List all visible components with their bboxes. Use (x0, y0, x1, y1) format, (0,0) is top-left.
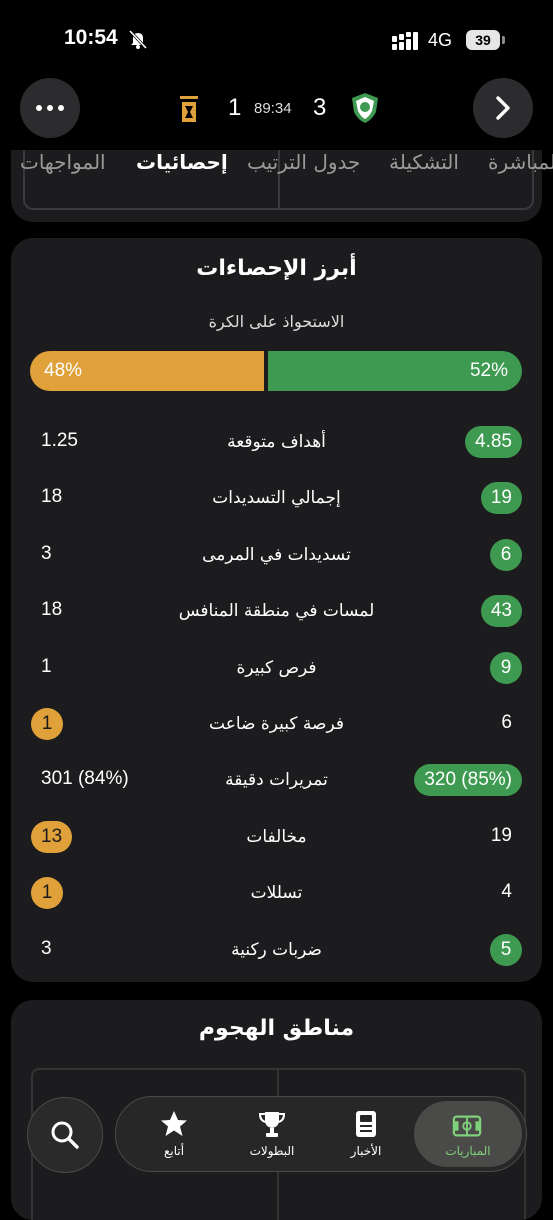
possession-away-value: 48% (44, 360, 83, 381)
stat-row: فرصة كبيرة ضاعت 6 1 (11, 708, 542, 742)
possession-bar: 48% 52% (30, 351, 522, 391)
stat-away-value: 1.25 (41, 430, 78, 451)
stat-away-value: 1 (31, 877, 63, 909)
tab-stats[interactable]: إحصائيات (136, 150, 228, 174)
nav-leagues-label: البطولات (249, 1144, 295, 1158)
news-icon (356, 1111, 376, 1137)
status-bar: 10:54 4G 39 (0, 0, 553, 80)
stat-home-value: 4.85 (465, 426, 522, 458)
next-button[interactable] (473, 78, 533, 138)
more-dots-icon (36, 105, 64, 111)
tab-bar: المباشرة التشكيلة جدول الترتيب إحصائيات … (0, 150, 553, 184)
tab-standings[interactable]: جدول الترتيب (247, 150, 360, 174)
battery-tip (502, 36, 505, 44)
top-stats-title: أبرز الإحصاءات (196, 256, 357, 281)
stat-away-value: 1 (31, 708, 63, 740)
stat-away-value: 3 (41, 938, 52, 959)
possession-label: الاستحواذ على الكرة (208, 312, 345, 331)
stat-away-value: 18 (41, 599, 63, 620)
nav-matches-label: المباريات (445, 1144, 491, 1158)
star-icon (161, 1111, 187, 1136)
away-score: 1 (228, 94, 242, 121)
stat-label: تسديدات في المرمى (202, 545, 351, 565)
stat-away-value: 3 (41, 543, 52, 564)
match-clock: 89:34 (254, 100, 292, 117)
attack-zones-title: مناطق الهجوم (198, 1016, 355, 1041)
stat-home-value: 320 (85%) (414, 764, 522, 796)
stat-row: تمريرات دقيقة 320 (85%) 301 (84%) (11, 764, 542, 798)
stat-label: ضربات ركنية (231, 940, 322, 960)
stat-home-value: 4 (501, 881, 512, 902)
nav-leagues[interactable]: البطولات (224, 1097, 320, 1171)
away-team-logo (180, 96, 198, 122)
stat-home-value: 5 (490, 934, 522, 966)
stat-away-value: 13 (31, 821, 73, 853)
stat-home-value: 19 (490, 825, 512, 846)
nav-matches[interactable]: المباريات (414, 1101, 522, 1167)
possession-home-value: 52% (469, 360, 508, 381)
network-type: 4G (428, 30, 453, 50)
search-button[interactable] (27, 1097, 103, 1173)
possession-home-fill: 52% (268, 351, 522, 391)
stat-row: إجمالي التسديدات 19 18 (11, 482, 542, 516)
tab-head-to-head[interactable]: المواجهات (20, 150, 106, 174)
stat-away-value: 1 (41, 656, 52, 677)
top-stats-card: أبرز الإحصاءات الاستحواذ على الكرة 48% 5… (11, 238, 542, 982)
stat-label: تسللات (250, 883, 303, 903)
stat-home-value: 6 (501, 712, 512, 733)
stat-away-value: 18 (41, 486, 63, 507)
nav-following-label: أتابع (163, 1144, 185, 1158)
pitch-icon (452, 1115, 482, 1137)
home-team-logo (352, 93, 378, 123)
stat-label: مخالفات (246, 827, 307, 847)
stat-row: أهداف متوقعة 4.85 1.25 (11, 426, 542, 460)
chevron-right-icon (496, 96, 510, 120)
stat-row: مخالفات 19 13 (11, 821, 542, 855)
nav-following[interactable]: أتابع (126, 1097, 222, 1171)
stat-row: تسديدات في المرمى 6 3 (11, 539, 542, 573)
stat-home-value: 19 (480, 482, 522, 514)
nav-news-label: الأخبار (350, 1144, 382, 1158)
stat-home-value: 43 (480, 595, 522, 627)
stat-row: فرص كبيرة 9 1 (11, 652, 542, 686)
stat-row: ضربات ركنية 5 3 (11, 934, 542, 968)
status-time: 10:54 (64, 26, 118, 49)
stat-label: أهداف متوقعة (227, 432, 326, 452)
nav-news[interactable]: الأخبار (318, 1097, 414, 1171)
signal-icon (392, 32, 418, 50)
stat-label: فرص كبيرة (236, 658, 317, 678)
bell-muted-icon (128, 29, 148, 50)
stat-label: فرصة كبيرة ضاعت (209, 714, 344, 734)
home-score: 3 (313, 94, 327, 121)
stat-home-value: 6 (490, 539, 522, 571)
match-score: 1 89:34 3 (170, 92, 390, 128)
tab-live[interactable]: المباشرة (488, 150, 553, 174)
bottom-nav: أتابع البطولات الأخبار المباريات (115, 1096, 527, 1172)
stat-label: إجمالي التسديدات (212, 488, 341, 508)
possession-away-fill: 48% (30, 351, 264, 391)
battery-level: 39 (466, 30, 500, 50)
stat-row: لمسات في منطقة المنافس 43 18 (11, 595, 542, 629)
stat-label: لمسات في منطقة المنافس (178, 601, 375, 621)
stat-row: تسللات 4 1 (11, 877, 542, 911)
trophy-icon (258, 1112, 286, 1137)
tab-lineup[interactable]: التشكيلة (389, 150, 459, 174)
more-options-button[interactable] (20, 78, 80, 138)
stat-home-value: 9 (490, 652, 522, 684)
search-icon (51, 1121, 79, 1149)
stat-away-value: 301 (84%) (41, 768, 129, 789)
